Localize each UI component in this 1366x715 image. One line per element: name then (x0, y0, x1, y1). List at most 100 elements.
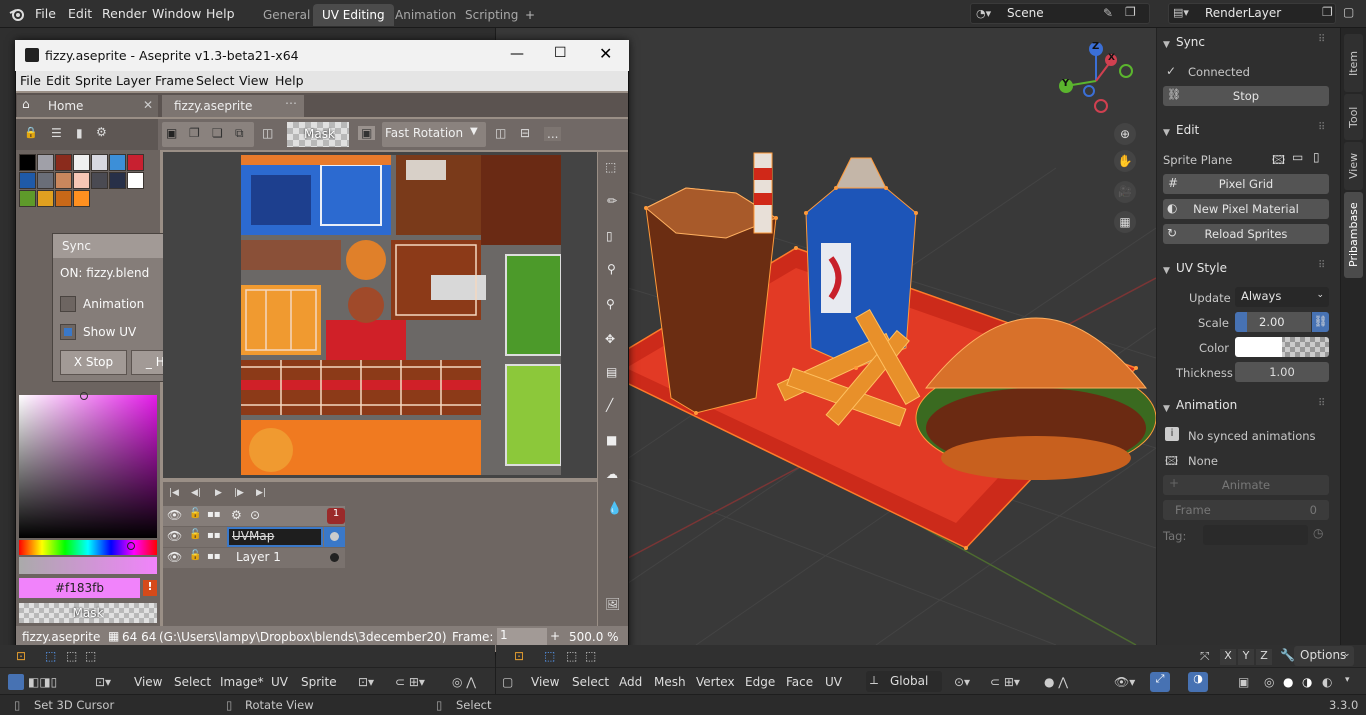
contour-tool-icon[interactable]: ☁ (606, 467, 618, 481)
preview-icon[interactable]: 🖼 (605, 597, 620, 611)
warning-icon[interactable]: ! (143, 580, 157, 596)
palette-swatch[interactable] (55, 172, 72, 189)
vp-menu-mesh[interactable]: Mesh (654, 675, 686, 689)
uv-menu-image[interactable]: Image* (220, 675, 264, 689)
scene-selector[interactable]: Scene (970, 3, 1150, 24)
gizmo-icon[interactable]: ⤢ (1150, 672, 1170, 692)
proportional-edit-icon[interactable]: ● ⋀ (1044, 675, 1068, 689)
overlay-icon[interactable]: ◑ (1188, 672, 1208, 692)
proportional-edit-icon[interactable]: ◎ ⋀ (452, 675, 476, 689)
palette-swatch[interactable] (91, 154, 108, 171)
scale-field[interactable]: 2.00 (1235, 312, 1311, 332)
alpha-slider[interactable] (19, 557, 157, 574)
file-tab[interactable]: fizzy.aseprite ⋯ (162, 95, 304, 117)
pencil-tool-icon[interactable]: ✏ (607, 194, 617, 208)
drag-handle-icon[interactable]: ⠿ (1318, 122, 1325, 133)
snap-icon[interactable]: ⊂ ⊞▾ (395, 675, 425, 689)
cursor-icon[interactable]: ⊡ (16, 649, 26, 663)
aseprite-titlebar[interactable]: fizzy.aseprite - Aseprite v1.3-beta21-x6… (15, 40, 629, 71)
sync-section-title[interactable]: Sync (1176, 35, 1205, 49)
visibility-icon[interactable]: 👁 (167, 508, 182, 522)
select-lasso-icon[interactable]: ⬚ (585, 649, 596, 663)
mirror-z-toggle[interactable]: Z (1256, 649, 1272, 665)
shading-solid-icon[interactable]: ● (1283, 675, 1293, 689)
lock-icon[interactable]: 🔓 (189, 508, 201, 519)
more-icon[interactable]: ⋯ (285, 96, 297, 110)
palette-swatch[interactable] (109, 172, 126, 189)
sticky-mode-icon[interactable]: ⊡▾ (95, 675, 111, 689)
tab-tool[interactable]: Tool (1344, 94, 1363, 140)
visibility-icon[interactable]: 👁▾ (1114, 675, 1135, 689)
palette-swatch[interactable] (37, 190, 54, 207)
settings-icon[interactable]: ⚙ (96, 125, 107, 139)
ase-menu-layer[interactable]: Layer (116, 73, 151, 88)
reload-sprites-button[interactable]: Reload Sprites (1163, 224, 1329, 244)
tab-view[interactable]: View (1344, 142, 1363, 190)
pin-icon[interactable]: ✎ (1103, 6, 1113, 20)
palette-swatch[interactable] (19, 154, 36, 171)
align-icon[interactable]: ⊟ (520, 126, 530, 140)
editor-type-icon[interactable] (8, 674, 24, 690)
vp-menu-face[interactable]: Face (786, 675, 813, 689)
vp-menu-add[interactable]: Add (619, 675, 642, 689)
animation-chevron-icon[interactable]: ▼ (1163, 404, 1170, 414)
update-dropdown[interactable]: Always ⌄ (1235, 287, 1329, 307)
copy-scene-icon[interactable]: ❐ (1125, 5, 1136, 19)
replace-selection-icon[interactable]: ▣ (166, 126, 177, 140)
ase-menu-frame[interactable]: Frame (155, 73, 194, 88)
palette-swatch[interactable] (37, 154, 54, 171)
sort-icon[interactable]: ☰ (51, 126, 62, 140)
hue-handle[interactable] (127, 542, 135, 550)
edit-chevron-icon[interactable]: ▼ (1163, 128, 1170, 138)
onion-skin-icon[interactable]: ⊙ (250, 508, 260, 522)
pixel-connectivity-icon[interactable]: ◫ (262, 126, 273, 140)
select-box-icon[interactable]: ⬚ (45, 649, 56, 663)
add-selection-icon[interactable]: ❐ (189, 126, 200, 140)
visibility-icon[interactable]: 👁 (167, 529, 182, 543)
settings-icon[interactable]: ⚙ (231, 508, 242, 522)
intersect-selection-icon[interactable]: ⧉ (235, 126, 244, 141)
eyedropper-tool-icon[interactable]: ⚲ (607, 262, 616, 276)
transform-icon[interactable]: ⤧ (1200, 649, 1210, 664)
transparent-mask-icon[interactable]: ▣ (358, 126, 376, 140)
select-box-icon[interactable]: ⬚ (544, 649, 555, 663)
new-frame-icon[interactable]: + (550, 629, 560, 643)
lock-icon[interactable]: 🔓 (189, 550, 201, 561)
palette-swatch[interactable] (55, 154, 72, 171)
eraser-tool-icon[interactable]: ▯ (606, 229, 613, 243)
uv-style-chevron-icon[interactable]: ▼ (1163, 266, 1170, 276)
navigation-gizmo[interactable]: Z Y X (1051, 36, 1141, 121)
palette-swatch[interactable] (73, 154, 90, 171)
blur-tool-icon[interactable]: 💧 (607, 501, 622, 515)
palette-swatch[interactable] (127, 172, 144, 189)
ase-menu-select[interactable]: Select (196, 73, 235, 88)
vp-menu-vertex[interactable]: Vertex (696, 675, 735, 689)
render-layer-selector[interactable]: RenderLayer (1168, 3, 1336, 24)
layer-row[interactable]: 👁 🔓 ▪▪ UVMap (163, 527, 345, 547)
subtract-selection-icon[interactable]: ❏ (212, 126, 223, 140)
vp-menu-view[interactable]: View (531, 675, 559, 689)
next-frame-icon[interactable]: |▶ (234, 488, 244, 498)
menu-help[interactable]: Help (206, 6, 235, 21)
clock-icon[interactable]: ◷ (1313, 526, 1323, 540)
zoom-icon[interactable]: ⊕ (1114, 123, 1136, 145)
select-circle-icon[interactable]: ⬚ (66, 649, 77, 663)
image-icon[interactable]: 🖾 (1272, 151, 1285, 172)
stop-button[interactable]: X Stop (60, 350, 127, 375)
frame-field[interactable]: Frame 0 (1163, 500, 1329, 520)
pivot-icon[interactable]: ⊡▾ (358, 675, 374, 689)
menu-file[interactable]: File (35, 6, 56, 21)
thickness-field[interactable]: 1.00 (1235, 362, 1329, 382)
ase-menu-sprite[interactable]: Sprite (75, 73, 112, 88)
camera-icon[interactable]: 🎥 (1114, 181, 1136, 203)
prev-frame-icon[interactable]: ◀| (191, 488, 201, 498)
shading-rendered-icon[interactable]: ◐ (1322, 675, 1332, 689)
drag-handle-icon[interactable]: ⠿ (1318, 398, 1325, 409)
picker-handle[interactable] (80, 392, 88, 400)
palette-swatch[interactable] (19, 190, 36, 207)
drag-handle-icon[interactable]: ⠿ (1318, 34, 1325, 45)
tag-dropdown[interactable] (1203, 525, 1308, 545)
folder-icon[interactable]: ▭ (1292, 150, 1303, 164)
sync-chevron-icon[interactable]: ▼ (1163, 40, 1170, 50)
uv-menu-sprite[interactable]: Sprite (301, 675, 337, 689)
